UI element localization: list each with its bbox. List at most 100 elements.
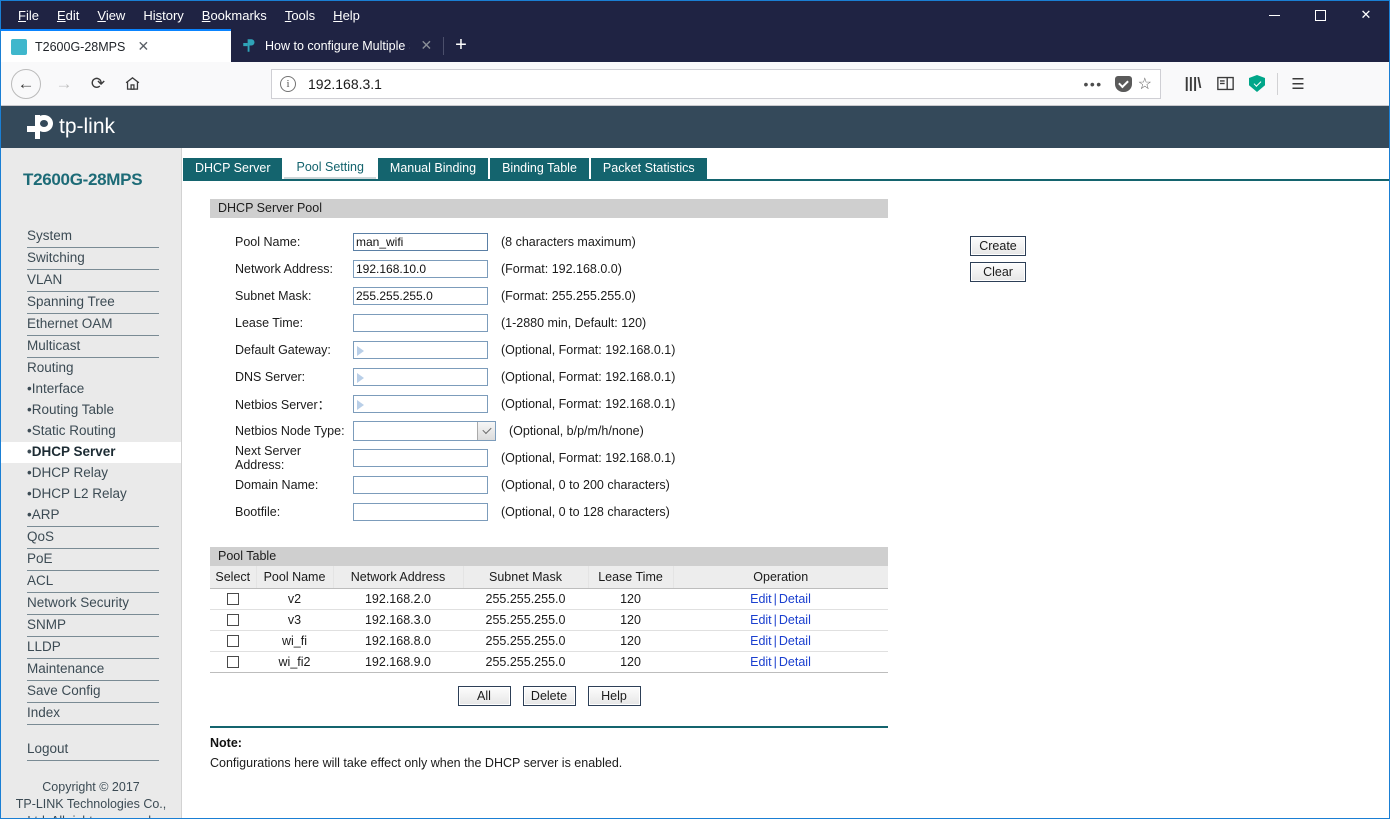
library-icon[interactable]: |||\ xyxy=(1177,68,1209,100)
minimize-icon[interactable] xyxy=(1251,1,1297,29)
sidebar-item-routing[interactable]: Routing xyxy=(27,358,159,379)
sidebar-item-acl[interactable]: ACL xyxy=(27,571,159,592)
pool-table-body: v2 192.168.2.0 255.255.255.0 120 Edit | Detail… xyxy=(210,588,888,673)
sidebar-item-routing-table[interactable]: Routing Table xyxy=(27,400,159,421)
detail-link[interactable]: Detail xyxy=(779,655,811,669)
sidebar-item-save-config[interactable]: Save Config xyxy=(27,681,159,702)
input-next-server-address[interactable] xyxy=(353,448,488,467)
sidebar-item-dhcp-relay[interactable]: DHCP Relay xyxy=(27,463,159,484)
menu-history[interactable]: History xyxy=(134,6,192,25)
browser-tab-inactive[interactable]: How to configure Multiple SSID ✕ xyxy=(231,29,443,62)
input-netbios-server[interactable] xyxy=(353,394,488,413)
menu-edit[interactable]: Edit xyxy=(48,6,88,25)
tab-manual-binding[interactable]: Manual Binding xyxy=(377,158,489,179)
sidebar-item-dhcp-server[interactable]: DHCP Server xyxy=(1,442,181,463)
sidebar-item-interface[interactable]: Interface xyxy=(27,379,159,400)
row-checkbox[interactable] xyxy=(227,656,239,669)
tab-dhcp-server[interactable]: DHCP Server xyxy=(183,158,283,179)
field-hint: (Optional, 0 to 200 characters) xyxy=(501,477,670,492)
maximize-icon[interactable] xyxy=(1297,1,1343,29)
close-icon[interactable]: ✕ xyxy=(1343,1,1389,29)
page-actions-icon[interactable]: ••• xyxy=(1077,76,1108,92)
sidebar-icon[interactable] xyxy=(1209,68,1241,100)
edit-link[interactable]: Edit xyxy=(750,592,772,606)
sidebar-row: Save Config xyxy=(27,681,159,703)
form-action-buttons: Create Clear xyxy=(970,236,1026,282)
create-button[interactable]: Create xyxy=(970,236,1026,256)
row-checkbox[interactable] xyxy=(227,614,239,627)
input-subnet-mask[interactable] xyxy=(353,286,488,305)
table-row: wi_fi2 192.168.9.0 255.255.255.0 120 Edit | De… xyxy=(210,651,888,673)
detail-link[interactable]: Detail xyxy=(779,634,811,648)
row-checkbox[interactable] xyxy=(227,593,239,606)
tab-pool-setting[interactable]: Pool Setting xyxy=(284,157,376,179)
sidebar-item-ethernet-oam[interactable]: Ethernet OAM xyxy=(27,314,159,335)
sidebar-item-qos[interactable]: QoS xyxy=(27,527,159,548)
reload-icon[interactable]: ⟳ xyxy=(81,67,115,101)
all-button[interactable]: All xyxy=(457,685,511,706)
tab-close-icon-2[interactable]: ✕ xyxy=(420,37,433,54)
pocket-icon[interactable] xyxy=(1114,75,1132,92)
sidebar-item-arp[interactable]: ARP xyxy=(27,505,159,526)
sidebar-item-maintenance[interactable]: Maintenance xyxy=(27,659,159,680)
operation-separator: | xyxy=(773,633,777,648)
input-default-gateway[interactable] xyxy=(353,340,488,359)
sidebar-item-spanning-tree[interactable]: Spanning Tree xyxy=(27,292,159,313)
tab-binding-table[interactable]: Binding Table xyxy=(490,158,589,179)
input-pool-name[interactable] xyxy=(353,232,488,251)
edit-link[interactable]: Edit xyxy=(750,655,772,669)
sidebar-item-dhcp-l2-relay[interactable]: DHCP L2 Relay xyxy=(27,484,159,505)
app-menu-icon[interactable]: ☰ xyxy=(1282,68,1314,100)
sidebar-item-snmp[interactable]: SNMP xyxy=(27,615,159,636)
detail-link[interactable]: Detail xyxy=(779,592,811,606)
delete-button[interactable]: Delete xyxy=(522,685,576,706)
menu-bookmarks[interactable]: Bookmarks xyxy=(193,6,276,25)
sidebar-item-network-security[interactable]: Network Security xyxy=(27,593,159,614)
cell-network-address: 192.168.3.0 xyxy=(333,609,463,631)
input-dns-server[interactable] xyxy=(353,367,488,386)
menu-view[interactable]: View xyxy=(88,6,134,25)
detail-link[interactable]: Detail xyxy=(779,613,811,627)
input-lease-time[interactable] xyxy=(353,313,488,332)
forward-button-icon[interactable]: → xyxy=(47,67,81,101)
sidebar-row: SNMP xyxy=(27,615,159,637)
sidebar-item-vlan[interactable]: VLAN xyxy=(27,270,159,291)
browser-tab-active[interactable]: T2600G-28MPS ✕ xyxy=(1,29,231,62)
cell-pool-name: v2 xyxy=(256,588,333,610)
sidebar-row: Spanning Tree xyxy=(27,292,159,314)
web-page: tp-link T2600G-28MPS System Switching VLAN… xyxy=(1,106,1389,818)
menu-tools[interactable]: Tools xyxy=(276,6,324,25)
site-info-icon[interactable]: i xyxy=(280,75,296,92)
cell-network-address: 192.168.9.0 xyxy=(333,651,463,673)
sidebar-item-static-routing[interactable]: Static Routing xyxy=(27,421,159,442)
tab-packet-statistics[interactable]: Packet Statistics xyxy=(590,158,707,179)
sidebar-item-poe[interactable]: PoE xyxy=(27,549,159,570)
sidebar-item-system[interactable]: System xyxy=(27,226,159,247)
new-tab-button[interactable]: + xyxy=(444,29,478,62)
menu-help[interactable]: Help xyxy=(324,6,369,25)
chevron-down-icon[interactable] xyxy=(477,421,495,440)
clear-button[interactable]: Clear xyxy=(970,262,1026,282)
home-icon[interactable] xyxy=(115,67,149,101)
bookmark-star-icon[interactable]: ☆ xyxy=(1138,74,1152,94)
help-button[interactable]: Help xyxy=(587,685,641,706)
input-network-address[interactable] xyxy=(353,259,488,278)
menu-file[interactable]: File xyxy=(9,6,48,25)
sidebar-item-index[interactable]: Index xyxy=(27,703,159,724)
tab-close-icon[interactable]: ✕ xyxy=(135,38,151,55)
edit-link[interactable]: Edit xyxy=(750,613,772,627)
edit-link[interactable]: Edit xyxy=(750,634,772,648)
url-bar[interactable]: i 192.168.3.1 ••• ☆ xyxy=(271,68,1161,99)
input-domain-name[interactable] xyxy=(353,475,488,494)
toolbar-right-buttons: |||\ ☰ xyxy=(1177,68,1314,100)
netbios-node-type-select[interactable] xyxy=(353,420,496,441)
cell-subnet-mask: 255.255.255.0 xyxy=(463,588,588,610)
sidebar-item-switching[interactable]: Switching xyxy=(27,248,159,269)
input-bootfile[interactable] xyxy=(353,502,488,521)
sidebar-item-logout[interactable]: Logout xyxy=(27,739,159,760)
back-button-icon[interactable]: ← xyxy=(11,68,41,99)
shield-icon[interactable] xyxy=(1241,68,1273,100)
sidebar-item-multicast[interactable]: Multicast xyxy=(27,336,159,357)
sidebar-item-lldp[interactable]: LLDP xyxy=(27,637,159,658)
row-checkbox[interactable] xyxy=(227,635,239,648)
